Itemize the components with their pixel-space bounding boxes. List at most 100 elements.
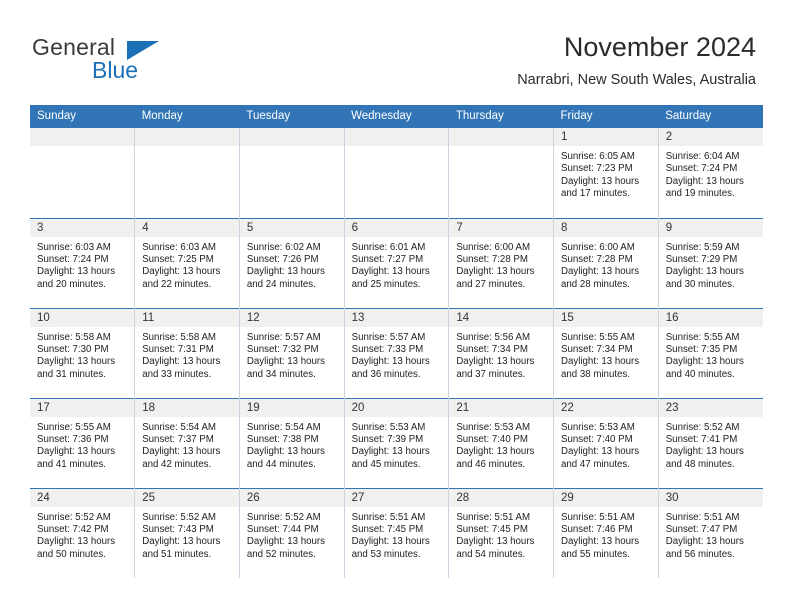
day-details: Sunrise: 6:04 AM Sunset: 7:24 PM Dayligh…: [659, 146, 763, 201]
title-block: November 2024 Narrabri, New South Wales,…: [517, 30, 756, 90]
day-cell[interactable]: 22 Sunrise: 5:53 AM Sunset: 7:40 PM Dayl…: [553, 397, 659, 488]
sunrise-text: Sunrise: 5:53 AM: [456, 421, 531, 433]
day-number: 27: [344, 488, 449, 507]
day-cell[interactable]: 9 Sunrise: 5:59 AM Sunset: 7:29 PM Dayli…: [658, 217, 763, 308]
daylight-text-line2: and 48 minutes.: [665, 458, 735, 470]
weekday-header-thursday: Thursday: [448, 105, 554, 128]
sunrise-text: Sunrise: 5:53 AM: [351, 421, 426, 433]
day-cell[interactable]: 15 Sunrise: 5:55 AM Sunset: 7:34 PM Dayl…: [553, 307, 659, 398]
day-cell[interactable]: 3 Sunrise: 6:03 AM Sunset: 7:24 PM Dayli…: [30, 217, 136, 308]
day-cell[interactable]: 17 Sunrise: 5:55 AM Sunset: 7:36 PM Dayl…: [30, 397, 136, 488]
day-cell[interactable]: 12 Sunrise: 5:57 AM Sunset: 7:32 PM Dayl…: [239, 307, 345, 398]
day-number: 29: [554, 488, 658, 507]
day-cell-empty: [134, 128, 240, 218]
day-number: [239, 128, 344, 146]
daylight-text-line2: and 24 minutes.: [246, 278, 316, 290]
day-details: Sunrise: 5:57 AM Sunset: 7:32 PM Dayligh…: [240, 327, 344, 382]
day-cell[interactable]: 24 Sunrise: 5:52 AM Sunset: 7:42 PM Dayl…: [30, 487, 136, 578]
daylight-text-line1: Daylight: 13 hours: [665, 175, 744, 187]
general-blue-logo[interactable]: General Blue: [32, 34, 262, 90]
day-cell[interactable]: 11 Sunrise: 5:58 AM Sunset: 7:31 PM Dayl…: [134, 307, 240, 398]
sunset-text: Sunset: 7:39 PM: [351, 433, 424, 445]
week-row: 1 Sunrise: 6:05 AM Sunset: 7:23 PM Dayli…: [30, 128, 763, 218]
day-cell[interactable]: 29 Sunrise: 5:51 AM Sunset: 7:46 PM Dayl…: [553, 487, 659, 578]
day-cell-empty: [448, 128, 555, 218]
daylight-text-line2: and 38 minutes.: [561, 368, 630, 380]
daylight-text-line2: and 20 minutes.: [37, 278, 106, 290]
sunset-text: Sunset: 7:32 PM: [246, 343, 319, 355]
sunrise-text: Sunrise: 5:58 AM: [142, 331, 216, 343]
day-cell[interactable]: 5 Sunrise: 6:02 AM Sunset: 7:26 PM Dayli…: [239, 217, 345, 308]
sunset-text: Sunset: 7:25 PM: [142, 253, 214, 265]
sunset-text: Sunset: 7:35 PM: [665, 343, 738, 355]
daylight-text-line1: Daylight: 13 hours: [246, 356, 325, 368]
day-cell[interactable]: 16 Sunrise: 5:55 AM Sunset: 7:35 PM Dayl…: [658, 307, 763, 398]
calendar-body: 1 Sunrise: 6:05 AM Sunset: 7:23 PM Dayli…: [30, 128, 763, 578]
sunrise-text: Sunrise: 6:00 AM: [456, 241, 531, 253]
day-cell[interactable]: 2 Sunrise: 6:04 AM Sunset: 7:24 PM Dayli…: [658, 128, 763, 218]
day-number: 11: [135, 308, 239, 327]
day-details: Sunrise: 6:03 AM Sunset: 7:24 PM Dayligh…: [30, 237, 134, 292]
sunset-text: Sunset: 7:42 PM: [37, 523, 109, 535]
sunset-text: Sunset: 7:43 PM: [142, 523, 214, 535]
day-number: 12: [239, 308, 344, 327]
day-cell[interactable]: 8 Sunrise: 6:00 AM Sunset: 7:28 PM Dayli…: [553, 217, 659, 308]
sunrise-text: Sunrise: 5:51 AM: [351, 511, 426, 523]
day-cell[interactable]: 21 Sunrise: 5:53 AM Sunset: 7:40 PM Dayl…: [448, 397, 555, 488]
day-number: 14: [449, 308, 554, 327]
daylight-text-line2: and 44 minutes.: [246, 458, 316, 470]
day-cell[interactable]: 23 Sunrise: 5:52 AM Sunset: 7:41 PM Dayl…: [658, 397, 763, 488]
daylight-text-line2: and 52 minutes.: [246, 548, 316, 560]
sunrise-text: Sunrise: 5:52 AM: [665, 421, 740, 433]
day-number: 18: [135, 398, 239, 417]
day-cell[interactable]: 26 Sunrise: 5:52 AM Sunset: 7:44 PM Dayl…: [239, 487, 345, 578]
day-cell-empty: [344, 128, 450, 218]
sunrise-text: Sunrise: 5:52 AM: [142, 511, 216, 523]
daylight-text-line1: Daylight: 13 hours: [37, 356, 116, 368]
week-row: 3 Sunrise: 6:03 AM Sunset: 7:24 PM Dayli…: [30, 217, 763, 308]
day-cell[interactable]: 13 Sunrise: 5:57 AM Sunset: 7:33 PM Dayl…: [344, 307, 450, 398]
daylight-text-line2: and 50 minutes.: [37, 548, 106, 560]
sunrise-text: Sunrise: 6:04 AM: [665, 151, 740, 162]
daylight-text-line2: and 27 minutes.: [456, 278, 526, 290]
day-cell[interactable]: 28 Sunrise: 5:51 AM Sunset: 7:45 PM Dayl…: [448, 487, 555, 578]
day-number: [449, 128, 554, 146]
daylight-text-line1: Daylight: 13 hours: [456, 266, 535, 278]
day-cell[interactable]: 1 Sunrise: 6:05 AM Sunset: 7:23 PM Dayli…: [553, 128, 659, 218]
day-cell[interactable]: 6 Sunrise: 6:01 AM Sunset: 7:27 PM Dayli…: [344, 217, 450, 308]
day-cell[interactable]: 14 Sunrise: 5:56 AM Sunset: 7:34 PM Dayl…: [448, 307, 555, 398]
daylight-text-line1: Daylight: 13 hours: [142, 266, 221, 278]
weekday-header-monday: Monday: [134, 105, 240, 128]
day-cell[interactable]: 4 Sunrise: 6:03 AM Sunset: 7:25 PM Dayli…: [134, 217, 240, 308]
day-details: Sunrise: 5:57 AM Sunset: 7:33 PM Dayligh…: [345, 327, 449, 382]
day-cell[interactable]: 7 Sunrise: 6:00 AM Sunset: 7:28 PM Dayli…: [448, 217, 555, 308]
day-cell[interactable]: 19 Sunrise: 5:54 AM Sunset: 7:38 PM Dayl…: [239, 397, 345, 488]
daylight-text-line1: Daylight: 13 hours: [37, 266, 116, 278]
day-cell[interactable]: 18 Sunrise: 5:54 AM Sunset: 7:37 PM Dayl…: [134, 397, 240, 488]
sunrise-text: Sunrise: 5:57 AM: [246, 331, 321, 343]
day-details: Sunrise: 5:51 AM Sunset: 7:45 PM Dayligh…: [345, 507, 449, 562]
day-number: 7: [449, 218, 554, 237]
day-details: Sunrise: 5:55 AM Sunset: 7:36 PM Dayligh…: [30, 417, 134, 472]
sunset-text: Sunset: 7:28 PM: [561, 253, 633, 265]
calendar-grid: Sunday Monday Tuesday Wednesday Thursday…: [30, 105, 763, 578]
logo-text-blue: Blue: [92, 57, 139, 83]
day-number: 2: [658, 128, 763, 146]
weekday-header-wednesday: Wednesday: [344, 105, 449, 128]
daylight-text-line1: Daylight: 13 hours: [142, 356, 221, 368]
day-cell[interactable]: 20 Sunrise: 5:53 AM Sunset: 7:39 PM Dayl…: [344, 397, 450, 488]
day-cell[interactable]: 30 Sunrise: 5:51 AM Sunset: 7:47 PM Dayl…: [658, 487, 763, 578]
day-details: Sunrise: 5:52 AM Sunset: 7:42 PM Dayligh…: [30, 507, 134, 562]
weekday-header-saturday: Saturday: [658, 105, 763, 128]
day-cell[interactable]: 25 Sunrise: 5:52 AM Sunset: 7:43 PM Dayl…: [134, 487, 240, 578]
sunset-text: Sunset: 7:24 PM: [37, 253, 109, 265]
day-cell[interactable]: 27 Sunrise: 5:51 AM Sunset: 7:45 PM Dayl…: [344, 487, 450, 578]
daylight-text-line2: and 25 minutes.: [351, 278, 421, 290]
sunset-text: Sunset: 7:41 PM: [665, 433, 738, 445]
calendar-page: General Blue November 2024 Narrabri, New…: [0, 0, 792, 612]
day-cell[interactable]: 10 Sunrise: 5:58 AM Sunset: 7:30 PM Dayl…: [30, 307, 136, 398]
weekday-header-tuesday: Tuesday: [239, 105, 345, 128]
daylight-text-line2: and 17 minutes.: [561, 188, 630, 200]
daylight-text-line2: and 51 minutes.: [142, 548, 212, 560]
day-details: Sunrise: 5:59 AM Sunset: 7:29 PM Dayligh…: [659, 237, 763, 292]
